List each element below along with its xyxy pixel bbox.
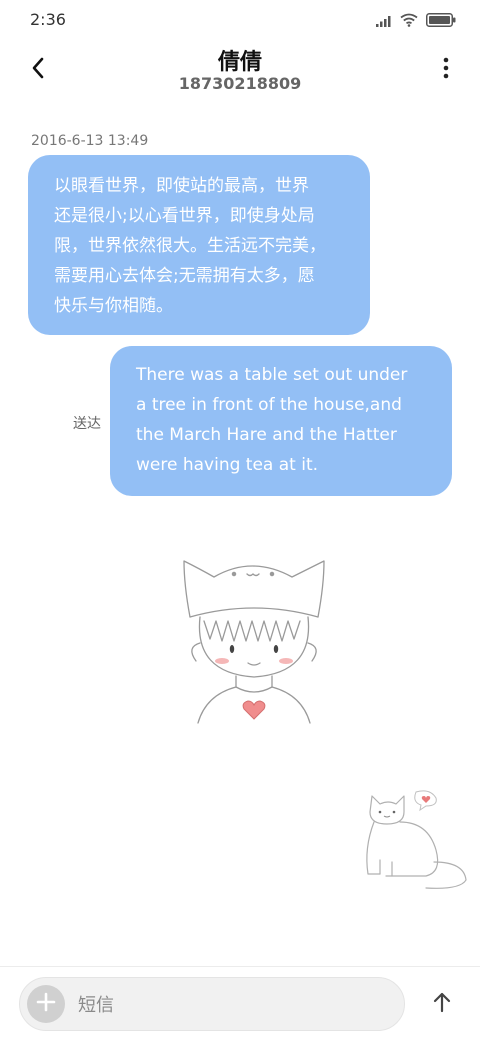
delivery-status: 送达 bbox=[73, 416, 101, 432]
composer-divider bbox=[0, 966, 480, 967]
incoming-message-bubble[interactable]: 以眼看世界，即使站的最高，世界 还是很小;以心看世界，即使身处局 限，世界依然很… bbox=[28, 155, 370, 335]
message-line: 以眼看世界，即使站的最高，世界 bbox=[54, 176, 309, 196]
status-icons bbox=[376, 12, 456, 31]
status-time: 2:36 bbox=[30, 10, 66, 29]
contact-phone: 18730218809 bbox=[178, 74, 302, 93]
sms-input[interactable] bbox=[76, 990, 380, 1020]
plus-icon bbox=[36, 992, 56, 1016]
battery-icon bbox=[426, 12, 456, 31]
boy-with-cat-hat-illustration bbox=[170, 555, 340, 730]
message-line: There was a table set out under bbox=[136, 365, 408, 385]
message-line: were having tea at it. bbox=[136, 455, 319, 475]
add-attachment-button[interactable] bbox=[27, 985, 65, 1023]
sitting-cat-illustration bbox=[356, 790, 471, 895]
conversation-header: 倩倩 18730218809 bbox=[0, 40, 480, 104]
message-line: a tree in front of the house,and bbox=[136, 395, 402, 415]
message-line: 还是很小;以心看世界，即使身处局 bbox=[54, 206, 315, 226]
message-line: 快乐与你相随。 bbox=[54, 296, 173, 316]
message-line: 限，世界依然很大。生活远不完美， bbox=[54, 236, 326, 256]
message-timestamp: 2016-6-13 13:49 bbox=[31, 133, 149, 149]
message-line: the March Hare and the Hatter bbox=[136, 425, 397, 445]
wifi-icon bbox=[400, 12, 418, 31]
send-button[interactable] bbox=[426, 988, 458, 1020]
status-bar: 2:36 bbox=[0, 0, 480, 40]
more-vertical-icon bbox=[443, 57, 449, 83]
message-line: 需要用心去体会;无需拥有太多，愿 bbox=[54, 266, 315, 286]
arrow-up-icon bbox=[432, 991, 452, 1017]
outgoing-message-bubble[interactable]: There was a table set out under a tree i… bbox=[110, 346, 452, 496]
message-composer bbox=[19, 977, 405, 1031]
signal-icon bbox=[376, 12, 392, 31]
more-options-button[interactable] bbox=[434, 54, 458, 86]
contact-name: 倩倩 bbox=[217, 50, 262, 75]
